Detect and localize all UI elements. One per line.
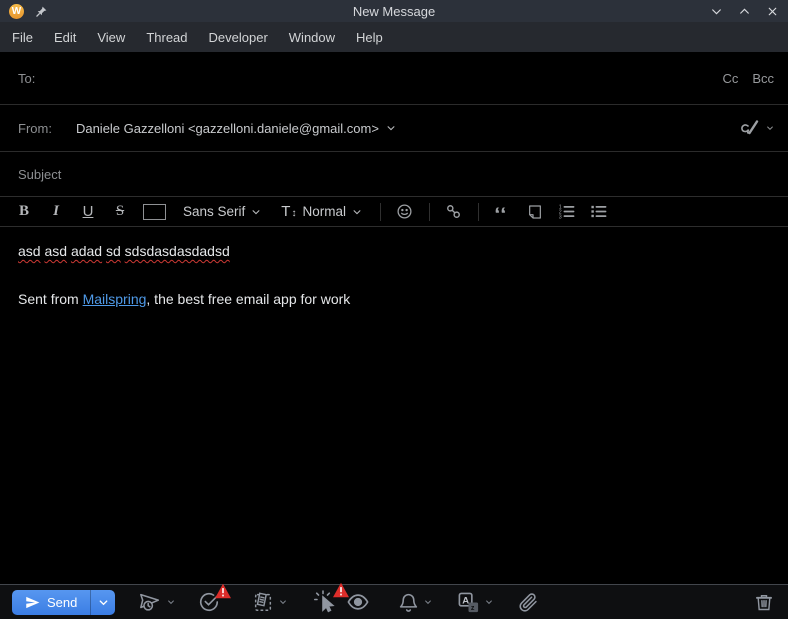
message-body-editor[interactable]: asd asd adad sd sdsdasdasdadsd Sent from… bbox=[0, 227, 788, 584]
trash-icon bbox=[756, 595, 772, 611]
template-icon bbox=[255, 592, 272, 611]
menu-thread[interactable]: Thread bbox=[146, 30, 187, 45]
svg-text:3: 3 bbox=[559, 215, 562, 220]
code-block-button[interactable] bbox=[521, 199, 549, 225]
pin-icon[interactable] bbox=[35, 5, 48, 18]
bullet-list-button[interactable] bbox=[585, 199, 613, 225]
misspelled-word: sd bbox=[105, 243, 121, 259]
signature-text: Sent from bbox=[18, 291, 83, 308]
bold-button[interactable]: B bbox=[10, 199, 38, 225]
window-title: New Message bbox=[352, 3, 436, 19]
chevron-down-icon bbox=[252, 209, 260, 214]
send-button[interactable]: Send bbox=[12, 590, 90, 615]
chevron-down-icon bbox=[353, 209, 361, 214]
send-split-button[interactable]: Send bbox=[12, 589, 116, 615]
format-toolbar: B I U S Sans Serif T ↕ Normal 1 2 3 bbox=[0, 196, 788, 227]
from-label: From: bbox=[18, 120, 52, 136]
paragraph-style-select[interactable]: T ↕ Normal bbox=[273, 199, 370, 225]
maximize-button[interactable] bbox=[737, 4, 751, 18]
menu-edit[interactable]: Edit bbox=[54, 30, 76, 45]
menu-developer[interactable]: Developer bbox=[209, 30, 268, 45]
italic-button[interactable]: I bbox=[42, 199, 70, 225]
template-button[interactable] bbox=[249, 589, 277, 615]
bullet-list-icon bbox=[591, 205, 607, 218]
mailspring-link[interactable]: Mailspring bbox=[83, 291, 147, 307]
compose-window: W New Message File Edit View Thread Deve… bbox=[0, 0, 788, 619]
blockquote-button[interactable] bbox=[489, 199, 517, 225]
eye-icon bbox=[347, 594, 369, 610]
from-account-value[interactable]: Daniele Gazzelloni <gazzelloni.daniele@g… bbox=[76, 121, 379, 136]
template-chevron-icon[interactable] bbox=[279, 598, 287, 606]
to-label: To: bbox=[18, 70, 36, 86]
svg-text:A: A bbox=[463, 595, 470, 606]
attach-file-button[interactable] bbox=[515, 590, 542, 615]
misspelled-word: sdsdasdasdadsd bbox=[124, 243, 230, 259]
misspelled-word: asd bbox=[44, 243, 68, 259]
minimize-button[interactable] bbox=[709, 4, 723, 18]
toolbar-divider bbox=[477, 202, 479, 221]
paper-plane-icon bbox=[26, 596, 40, 608]
toolbar-divider bbox=[428, 202, 430, 221]
link-button[interactable] bbox=[440, 199, 468, 225]
titlebar: W New Message bbox=[0, 0, 788, 22]
bell-icon bbox=[400, 593, 418, 612]
discard-draft-button[interactable] bbox=[752, 590, 776, 614]
notifications-button[interactable] bbox=[395, 590, 422, 615]
menubar: File Edit View Thread Developer Window H… bbox=[0, 22, 788, 52]
open-tracking-button[interactable] bbox=[343, 589, 373, 615]
translate-button[interactable]: A z bbox=[454, 589, 483, 616]
to-field-row[interactable]: To: Cc Bcc bbox=[0, 52, 788, 105]
paperclip-icon bbox=[519, 592, 538, 612]
from-chevron-down-icon[interactable] bbox=[386, 123, 396, 133]
reminder-button[interactable] bbox=[195, 583, 232, 615]
subject-placeholder: Subject bbox=[18, 166, 62, 182]
subject-field[interactable]: Subject bbox=[0, 152, 788, 196]
emoji-icon bbox=[397, 204, 412, 219]
app-logo-icon: W bbox=[9, 3, 24, 19]
menu-view[interactable]: View bbox=[97, 30, 125, 45]
compose-footer-toolbar: Send A z bbox=[0, 582, 788, 619]
translate-chevron-icon[interactable] bbox=[485, 598, 493, 606]
send-later-chevron-icon[interactable] bbox=[167, 598, 175, 606]
notifications-chevron-icon[interactable] bbox=[424, 598, 432, 606]
signature-icon bbox=[737, 116, 763, 140]
signature-line: Sent from Mailspring, the best free emai… bbox=[18, 289, 770, 309]
warning-badge-icon bbox=[214, 583, 232, 599]
menu-help[interactable]: Help bbox=[356, 30, 383, 45]
toolbar-divider bbox=[379, 202, 381, 221]
misspelled-word: adad bbox=[70, 243, 103, 259]
link-icon bbox=[447, 205, 461, 218]
send-options-chevron[interactable] bbox=[90, 589, 115, 615]
signature-button[interactable] bbox=[737, 116, 774, 140]
page-folded-icon bbox=[529, 204, 541, 219]
send-later-icon bbox=[140, 593, 160, 611]
text-color-swatch[interactable] bbox=[143, 203, 166, 220]
close-button[interactable] bbox=[765, 4, 779, 18]
numbered-list-button[interactable]: 123 bbox=[553, 199, 581, 225]
menu-file[interactable]: File bbox=[12, 30, 33, 45]
translate-icon: A z bbox=[458, 592, 479, 612]
numbered-list-icon: 123 bbox=[559, 205, 575, 220]
emoji-button[interactable] bbox=[391, 199, 419, 225]
strikethrough-button[interactable]: S bbox=[106, 199, 134, 225]
svg-text:z: z bbox=[471, 604, 475, 612]
misspelled-word: asd bbox=[18, 243, 41, 259]
cc-toggle[interactable]: Cc bbox=[722, 71, 738, 86]
body-line: asd asd adad sd sdsdasdasdadsd bbox=[18, 241, 770, 261]
chevron-down-icon bbox=[99, 599, 108, 605]
signature-chevron-down-icon bbox=[766, 124, 774, 132]
bcc-toggle[interactable]: Bcc bbox=[752, 71, 774, 86]
text-size-icon: T ↕ bbox=[281, 203, 297, 220]
font-family-select[interactable]: Sans Serif bbox=[175, 199, 269, 225]
from-field-row: From: Daniele Gazzelloni <gazzelloni.dan… bbox=[0, 105, 788, 152]
quote-icon bbox=[495, 207, 506, 213]
send-later-button[interactable] bbox=[135, 589, 165, 615]
underline-button[interactable]: U bbox=[74, 199, 102, 225]
signature-text: , the best free email app for work bbox=[146, 291, 351, 308]
menu-window[interactable]: Window bbox=[289, 30, 335, 45]
link-tracking-button[interactable] bbox=[311, 582, 350, 616]
